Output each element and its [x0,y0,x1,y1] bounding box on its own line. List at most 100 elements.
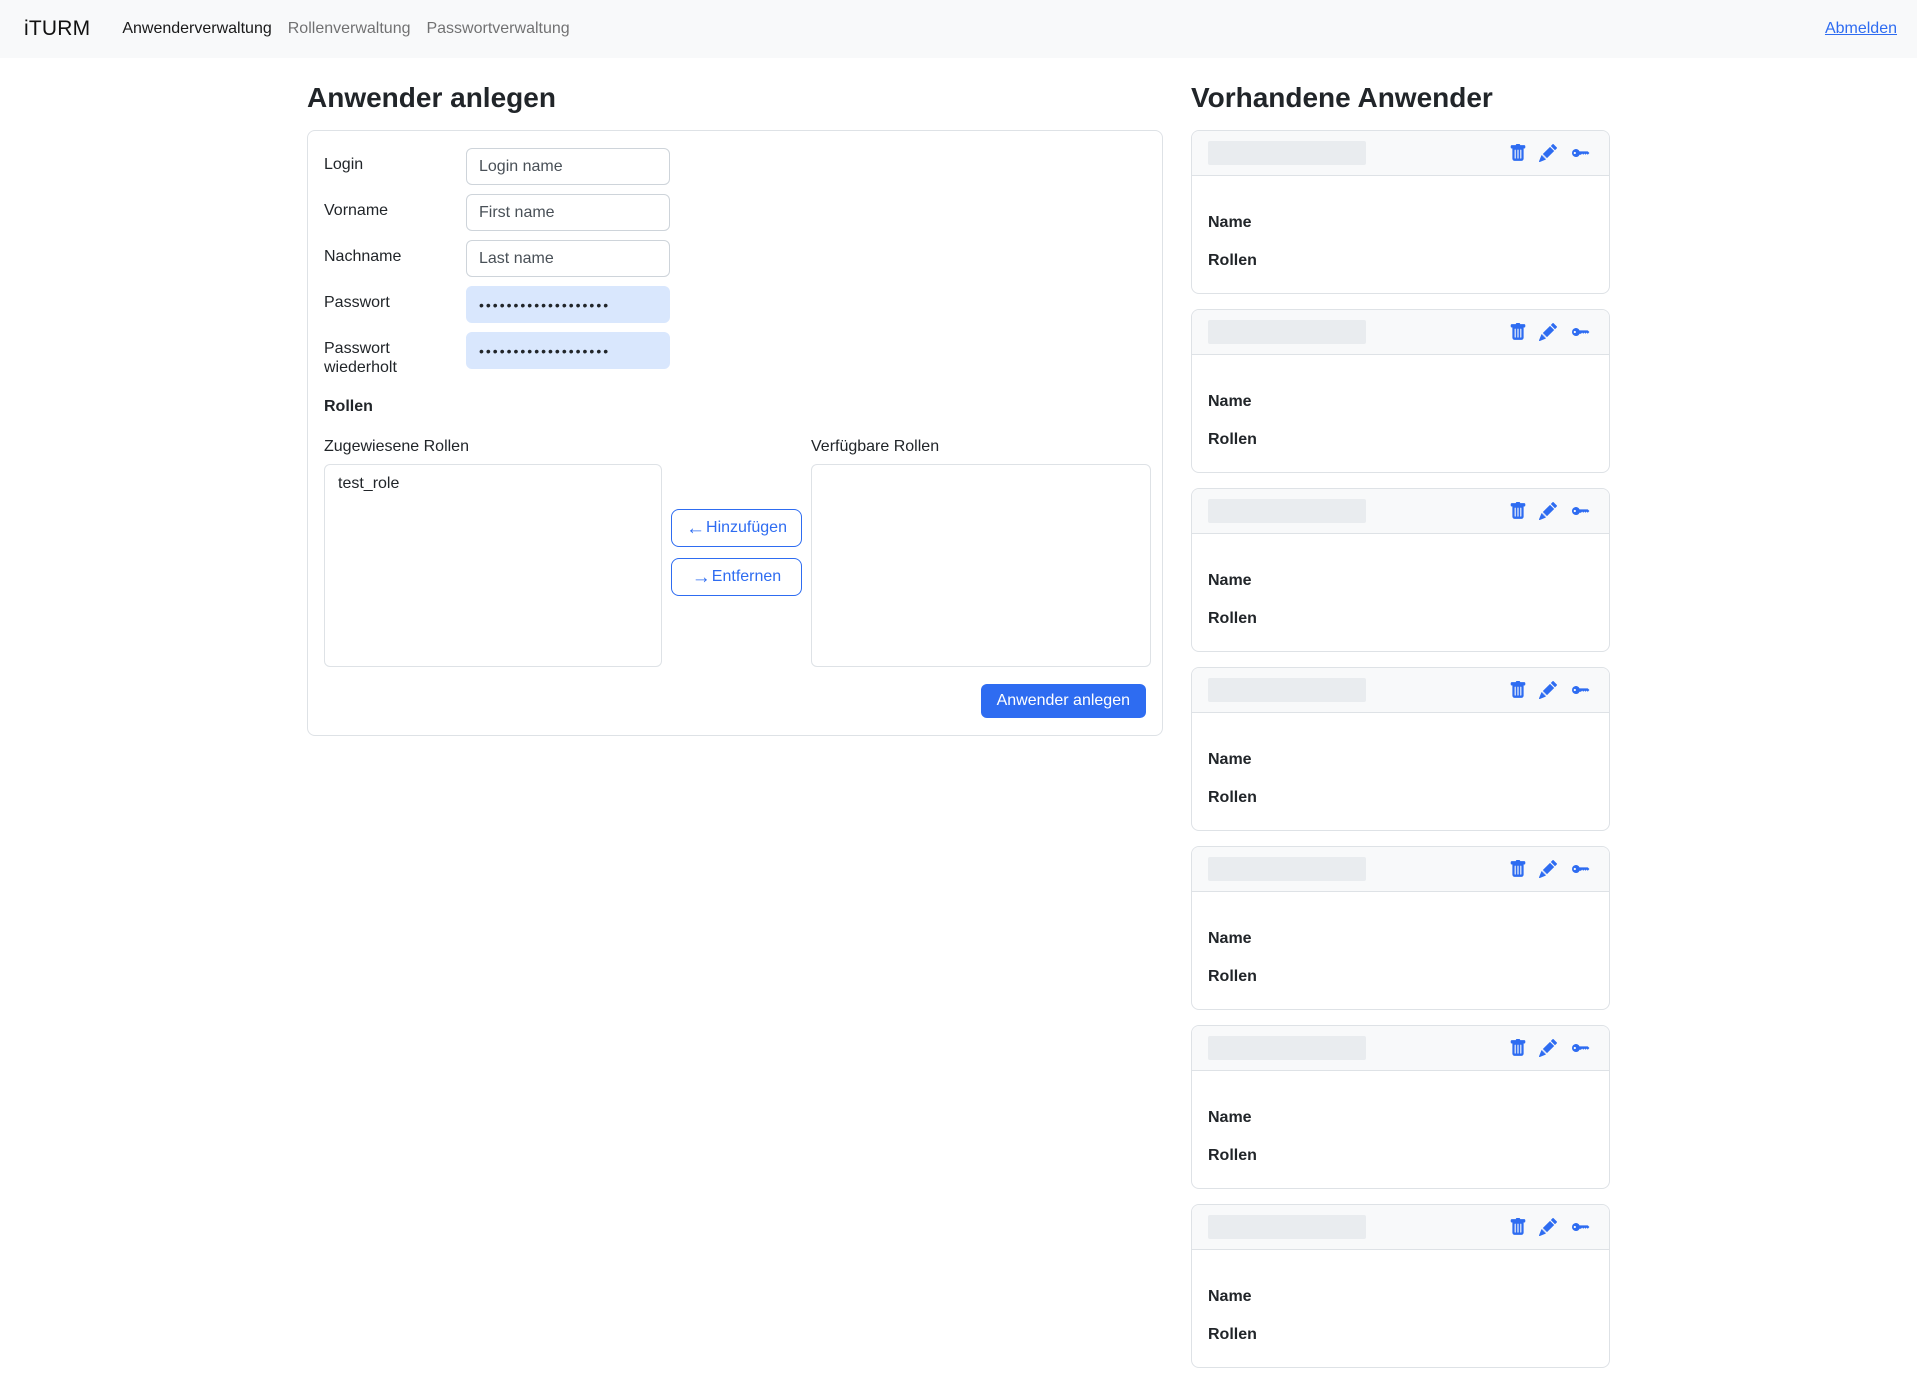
assigned-roles-label: Zugewiesene Rollen [324,438,662,456]
create-user-title: Anwender anlegen [307,82,1163,114]
user-name-row: Name [1208,1107,1593,1129]
user-card-body: Name Rollen [1192,892,1609,1009]
user-card-header [1192,310,1609,355]
remove-role-label: Entfernen [712,568,781,586]
pencil-icon[interactable] [1539,502,1557,520]
user-card-header [1192,668,1609,713]
add-role-button[interactable]: ← Hinzufügen [671,509,802,547]
pencil-icon[interactable] [1539,1218,1557,1236]
submit-row: Anwender anlegen [324,684,1146,718]
passwort-input[interactable] [466,286,670,323]
passwort-label: Passwort [324,286,466,323]
available-roles-label: Verfügbare Rollen [811,438,1151,456]
user-roles-label: Rollen [1208,787,1336,809]
create-user-column: Anwender anlegen Login Vorname Nachname … [307,82,1163,1383]
login-loading-skeleton [1208,320,1366,344]
login-label: Login [324,148,466,185]
available-roles-column: Verfügbare Rollen [811,438,1151,667]
nav-item-rollenverwaltung[interactable]: Rollenverwaltung [280,20,419,38]
vorname-row: Vorname [324,194,1146,231]
user-card: Name Rollen [1191,488,1610,652]
user-card: Name Rollen [1191,667,1610,831]
user-roles-row: Rollen [1208,608,1593,630]
user-name-label: Name [1208,1286,1336,1308]
login-loading-skeleton [1208,1036,1366,1060]
login-loading-skeleton [1208,678,1366,702]
key-icon[interactable] [1569,502,1593,520]
right-arrow-icon: → [692,568,711,587]
login-input[interactable] [466,148,670,185]
user-card-header [1192,1026,1609,1071]
trash-icon[interactable] [1509,144,1527,162]
login-row: Login [324,148,1146,185]
key-icon[interactable] [1569,323,1593,341]
passwort-row: Passwort [324,286,1146,323]
user-roles-row: Rollen [1208,1324,1593,1346]
nav-item-anwenderverwaltung[interactable]: Anwenderverwaltung [114,20,279,38]
user-card-header [1192,489,1609,534]
nav-links: Anwenderverwaltung Rollenverwaltung Pass… [114,20,577,38]
top-navbar: iTURM Anwenderverwaltung Rollenverwaltun… [0,0,1917,58]
user-name-label: Name [1208,1107,1336,1129]
trash-icon[interactable] [1509,323,1527,341]
roles-dual-list: Zugewiesene Rollen test_role ← Hinzufüge… [324,438,1146,667]
create-user-submit-button[interactable]: Anwender anlegen [981,684,1146,718]
user-roles-label: Rollen [1208,1145,1336,1167]
available-roles-listbox[interactable] [811,464,1151,667]
key-icon[interactable] [1569,1218,1593,1236]
trash-icon[interactable] [1509,502,1527,520]
user-card-header [1192,1205,1609,1250]
user-name-row: Name [1208,928,1593,950]
user-name-label: Name [1208,391,1336,413]
user-name-label: Name [1208,749,1336,771]
key-icon[interactable] [1569,1039,1593,1057]
assigned-roles-column: Zugewiesene Rollen test_role [324,438,662,667]
key-icon[interactable] [1569,681,1593,699]
user-name-label: Name [1208,212,1336,234]
user-roles-row: Rollen [1208,966,1593,988]
passwort-wiederholt-input[interactable] [466,332,670,369]
nachname-label: Nachname [324,240,466,277]
key-icon[interactable] [1569,860,1593,878]
pencil-icon[interactable] [1539,323,1557,341]
trash-icon[interactable] [1509,860,1527,878]
trash-icon[interactable] [1509,1218,1527,1236]
pencil-icon[interactable] [1539,860,1557,878]
pencil-icon[interactable] [1539,681,1557,699]
nachname-input[interactable] [466,240,670,277]
passwort-wiederholt-label: Passwort wiederholt [324,332,466,377]
user-name-row: Name [1208,1286,1593,1308]
user-card-list: Name Rollen [1191,130,1610,1368]
remove-role-button[interactable]: → Entfernen [671,558,802,596]
nav-item-passwortverwaltung[interactable]: Passwortverwaltung [418,20,577,38]
user-roles-label: Rollen [1208,250,1336,272]
user-card: Name Rollen [1191,309,1610,473]
trash-icon[interactable] [1509,681,1527,699]
key-icon[interactable] [1569,144,1593,162]
user-name-row: Name [1208,391,1593,413]
logout-link[interactable]: Abmelden [1825,20,1897,38]
trash-icon[interactable] [1509,1039,1527,1057]
left-arrow-icon: ← [686,519,705,538]
nachname-row: Nachname [324,240,1146,277]
role-option[interactable]: test_role [325,473,661,495]
user-card-actions [1509,860,1593,878]
assigned-roles-listbox[interactable]: test_role [324,464,662,667]
pencil-icon[interactable] [1539,144,1557,162]
user-card: Name Rollen [1191,1025,1610,1189]
roles-transfer-buttons: ← Hinzufügen → Entfernen [667,438,806,667]
login-loading-skeleton [1208,1215,1366,1239]
vorname-input[interactable] [466,194,670,231]
user-name-row: Name [1208,570,1593,592]
user-roles-row: Rollen [1208,429,1593,451]
user-card-body: Name Rollen [1192,355,1609,472]
user-card-body: Name Rollen [1192,534,1609,651]
roles-section-title: Rollen [324,398,1146,416]
brand-logo[interactable]: iTURM [24,17,90,41]
user-roles-label: Rollen [1208,966,1336,988]
user-card-actions [1509,144,1593,162]
user-card-body: Name Rollen [1192,1071,1609,1188]
user-card-body: Name Rollen [1192,176,1609,293]
user-card: Name Rollen [1191,846,1610,1010]
pencil-icon[interactable] [1539,1039,1557,1057]
